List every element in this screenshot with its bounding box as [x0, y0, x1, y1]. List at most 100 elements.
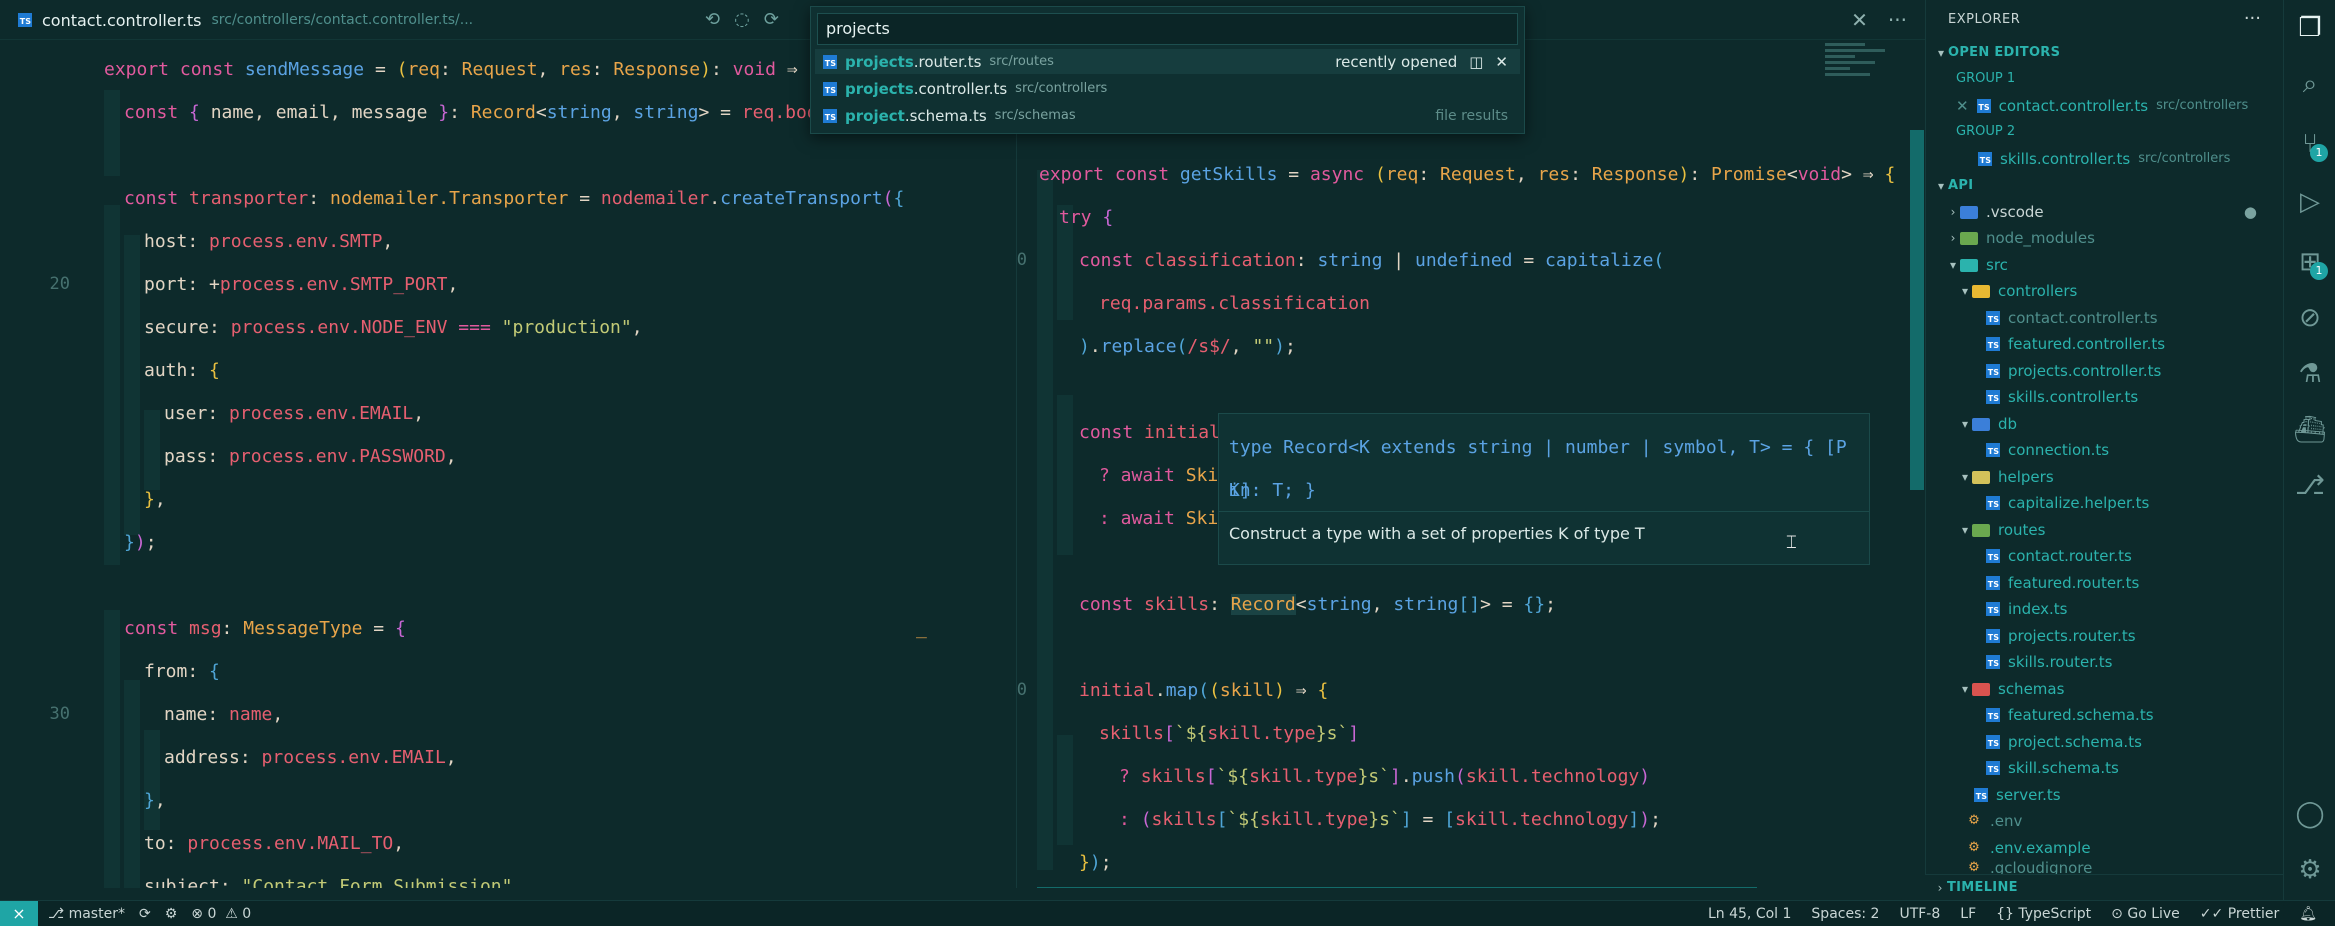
file-name: skills.controller.ts	[2000, 150, 2131, 168]
testing-icon[interactable]: ⚗	[2284, 348, 2335, 400]
file-item[interactable]: ⚙ .env	[1926, 808, 2283, 834]
file-item[interactable]: TS index.ts	[1926, 596, 2283, 622]
folder-name: node_modules	[1986, 229, 2095, 247]
go-live[interactable]: ⊙ Go Live	[2111, 906, 2180, 922]
file-results-label: file results	[1435, 107, 1508, 124]
language-mode[interactable]: {} TypeScript	[1996, 906, 2091, 922]
quick-open-item[interactable]: TS projects.controller.ts src/controller…	[815, 76, 1520, 101]
problems-item[interactable]: ⊗ 0 ⚠ 0	[191, 906, 251, 922]
file-name-rest: .router.ts	[913, 52, 982, 71]
end-of-line[interactable]: LF	[1960, 906, 1976, 922]
file-item[interactable]: TS skill.schema.ts	[1926, 755, 2283, 781]
horizontal-scrollbar[interactable]	[1037, 887, 1757, 888]
file-item[interactable]: TS contact.controller.ts	[1926, 305, 2283, 331]
group-1[interactable]: GROUP 1	[1926, 66, 2283, 92]
open-editors-section[interactable]: ▾ OPEN EDITORS	[1926, 40, 2283, 66]
left-editor-pane[interactable]: export const sendMessage = (req: Request…	[0, 40, 1015, 888]
modified-dot-icon: ●	[2243, 203, 2257, 221]
quick-open-item[interactable]: TS projects.router.ts src/routes recentl…	[815, 49, 1520, 74]
folder-helpers[interactable]: ▾ helpers	[1926, 464, 2283, 490]
more-actions-icon[interactable]: ···	[2244, 8, 2261, 29]
quick-open-input[interactable]: projects	[817, 13, 1518, 45]
more-actions-icon[interactable]: ···	[1888, 8, 1907, 32]
folder-name: src	[1986, 256, 2008, 274]
run-debug-icon[interactable]: ▷	[2284, 176, 2335, 228]
file-item[interactable]: TS connection.ts	[1926, 437, 2283, 463]
file-item[interactable]: TS contact.router.ts	[1926, 543, 2283, 569]
file-name: contact.controller.ts	[2008, 309, 2158, 327]
tab-contact-controller[interactable]: TS contact.controller.ts src/controllers…	[18, 8, 473, 32]
folder-node-modules[interactable]: › node_modules	[1926, 225, 2283, 251]
folder-src[interactable]: ▾ src	[1926, 252, 2283, 278]
file-item[interactable]: TS featured.router.ts	[1926, 570, 2283, 596]
file-item[interactable]: TS server.ts	[1926, 782, 2283, 808]
vertical-scrollbar[interactable]	[1910, 130, 1924, 490]
chevron-down-icon: ▾	[1937, 46, 1945, 60]
type-signature: type Record<K extends string | number | …	[1219, 414, 1869, 512]
indentation[interactable]: Spaces: 2	[1811, 906, 1879, 922]
file-item[interactable]: TS project.schema.ts	[1926, 729, 2283, 755]
file-item[interactable]: TS capitalize.helper.ts	[1926, 490, 2283, 516]
line-number: 10	[1016, 250, 1027, 270]
code-line: skills[`${skill.type}s`]	[1099, 723, 1360, 744]
source-control-icon[interactable]: ⑂ 1	[2284, 118, 2335, 170]
folder-controllers[interactable]: ▾ controllers	[1926, 278, 2283, 304]
file-item[interactable]: TS projects.router.ts	[1926, 623, 2283, 649]
typescript-file-icon: TS	[1986, 390, 2000, 404]
history-icon[interactable]: ⟲	[705, 9, 720, 30]
open-editor-item[interactable]: TS skills.controller.ts src/controllers	[1926, 146, 2283, 172]
folder-vscode[interactable]: › .vscode ●	[1926, 199, 2283, 225]
file-item[interactable]: ⚙ .env.example	[1926, 835, 2283, 861]
file-dir: src/routes	[989, 54, 1054, 69]
folder-schemas[interactable]: ▾ schemas	[1926, 676, 2283, 702]
account-icon[interactable]: ◯	[2284, 788, 2335, 840]
split-editor-icon[interactable]: ◫	[1469, 53, 1483, 71]
remote-explorer-icon[interactable]: ⊘	[2284, 292, 2335, 344]
close-icon[interactable]: ✕	[1851, 8, 1868, 32]
code-line: },	[144, 790, 166, 811]
close-icon[interactable]: ✕	[1956, 93, 1969, 119]
settings-file-icon: ⚙	[1968, 813, 1980, 828]
git-graph-icon[interactable]: ⎇	[2284, 460, 2335, 512]
open-editor-item[interactable]: ✕ TS contact.controller.ts src/controllers	[1926, 93, 2283, 119]
section-label: TIMELINE	[1947, 880, 2018, 895]
typescript-file-icon: TS	[1986, 708, 2000, 722]
timeline-section[interactable]: › TIMELINE	[1925, 874, 2283, 900]
tab-title: contact.controller.ts	[42, 10, 202, 30]
file-name: featured.router.ts	[2008, 574, 2140, 592]
settings-gear-icon[interactable]: ⚙	[2284, 844, 2335, 896]
file-name: index.ts	[2008, 600, 2068, 618]
code-line: to: process.env.MAIL_TO,	[144, 833, 405, 854]
branch-item[interactable]: ⎇ master*	[48, 906, 125, 922]
file-item[interactable]: TS skills.router.ts	[1926, 649, 2283, 675]
code-line: ? skills[`${skill.type}s`].push(skill.te…	[1119, 766, 1651, 787]
cursor-position[interactable]: Ln 45, Col 1	[1708, 906, 1791, 922]
folder-db[interactable]: ▾ db	[1926, 411, 2283, 437]
remove-icon[interactable]: ✕	[1495, 53, 1508, 71]
extensions-icon[interactable]: ⊞ 1	[2284, 236, 2335, 288]
folder-routes[interactable]: ▾ routes	[1926, 517, 2283, 543]
navigation-icons: ⟲ ◌ ⟳	[705, 9, 779, 30]
search-icon[interactable]: ⌕	[2284, 58, 2335, 110]
file-item[interactable]: TS projects.controller.ts	[1926, 358, 2283, 384]
file-item[interactable]: TS featured.controller.ts	[1926, 331, 2283, 357]
encoding[interactable]: UTF-8	[1899, 906, 1940, 922]
forward-icon[interactable]: ⟳	[764, 9, 779, 30]
docker-icon[interactable]: ⛴	[2284, 404, 2335, 456]
file-item[interactable]: TS featured.schema.ts	[1926, 702, 2283, 728]
file-item[interactable]: ⚙ .gcloudignore	[1926, 861, 2283, 874]
files-icon[interactable]: ❐	[2284, 2, 2335, 54]
file-name: skills.controller.ts	[2008, 388, 2139, 406]
graph-icon[interactable]: ⚙	[165, 906, 178, 922]
circle-icon[interactable]: ◌	[734, 9, 750, 30]
signature-line-1: type Record<K extends string | number | …	[1229, 437, 1847, 501]
quick-open-item[interactable]: TS project.schema.ts src/schemas file re…	[815, 103, 1520, 128]
minimap[interactable]	[1825, 40, 1905, 110]
bell-icon[interactable]: 🔔︎	[2299, 906, 2317, 922]
remote-indicator-icon[interactable]: ⨯	[0, 901, 38, 926]
file-item[interactable]: TS skills.controller.ts	[1926, 384, 2283, 410]
group-2[interactable]: GROUP 2	[1926, 119, 2283, 145]
project-section[interactable]: ▾ API	[1926, 173, 2283, 199]
prettier[interactable]: ✓✓ Prettier	[2200, 906, 2279, 922]
sync-icon[interactable]: ⟳	[139, 906, 151, 922]
